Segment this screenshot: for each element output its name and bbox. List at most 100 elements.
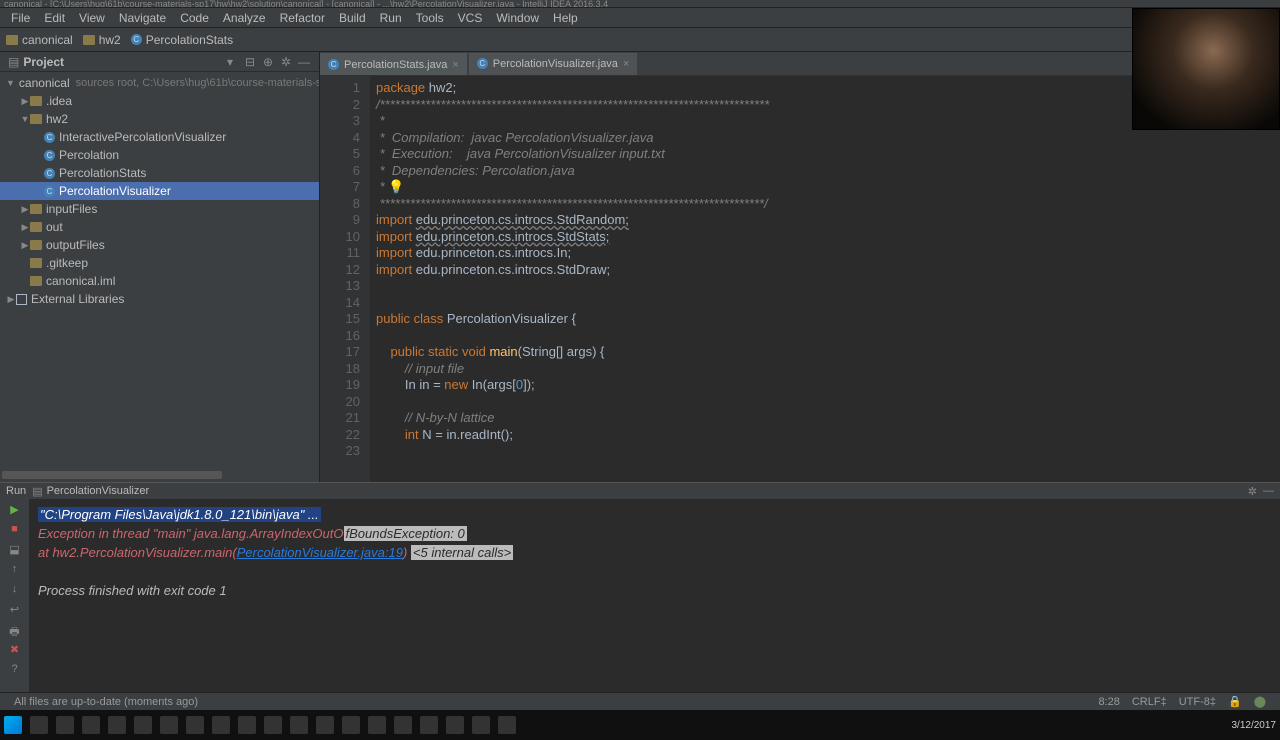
menu-vcs[interactable]: VCS [451, 11, 490, 25]
tree-item-InteractivePercolationVisualizer[interactable]: CInteractivePercolationVisualizer [0, 128, 319, 146]
hide-icon[interactable]: — [297, 55, 311, 69]
tree-item-.gitkeep[interactable]: .gitkeep [0, 254, 319, 272]
console-output[interactable]: "C:\Program Files\Java\jdk1.8.0_121\bin\… [30, 499, 1280, 692]
stack-at: at hw2.PercolationVisualizer.main( [38, 545, 237, 560]
help-icon[interactable]: ? [8, 663, 22, 677]
app-7[interactable] [238, 716, 256, 734]
menu-tools[interactable]: Tools [409, 11, 451, 25]
menu-analyze[interactable]: Analyze [216, 11, 273, 25]
run-hide-icon[interactable]: — [1263, 485, 1274, 497]
start-button[interactable] [4, 716, 22, 734]
file-encoding[interactable]: UTF-8‡ [1179, 696, 1216, 708]
app-12[interactable] [368, 716, 386, 734]
run-label: Run [6, 485, 26, 497]
tree-item-canonical.iml[interactable]: canonical.iml [0, 272, 319, 290]
breadcrumb-canonical[interactable]: canonical [6, 33, 73, 47]
tree-item-canonical[interactable]: ▼canonicalsources root, C:\Users\hug\61b… [0, 74, 319, 92]
project-panel-header: ▤ Project ▾ ⊟ ⊕ ✲ — [0, 52, 319, 72]
expand-arrow[interactable]: ▶ [20, 240, 30, 251]
class-icon: C [477, 58, 488, 69]
menu-window[interactable]: Window [489, 11, 546, 25]
menu-navigate[interactable]: Navigate [112, 11, 173, 25]
app-16[interactable] [472, 716, 490, 734]
exception-text-a: Exception in thread "main" java.lang.Arr… [38, 526, 344, 541]
tree-item-outputFiles[interactable]: ▶outputFiles [0, 236, 319, 254]
expand-arrow[interactable]: ▶ [20, 96, 30, 107]
taskbar-search[interactable] [30, 716, 48, 734]
breadcrumb-PercolationStats[interactable]: CPercolationStats [131, 33, 233, 47]
editor-tab-PercolationStats.java[interactable]: CPercolationStats.java× [320, 53, 467, 75]
app-3[interactable] [134, 716, 152, 734]
close-tab-icon[interactable]: × [452, 59, 458, 71]
locate-icon[interactable]: ⊕ [261, 55, 275, 69]
app-6[interactable] [212, 716, 230, 734]
tree-item-inputFiles[interactable]: ▶inputFiles [0, 200, 319, 218]
window-title-bar: canonical - [C:\Users\hug\61b\course-mat… [0, 0, 1280, 8]
menu-bar: FileEditViewNavigateCodeAnalyzeRefactorB… [0, 8, 1280, 28]
stop-icon[interactable]: ■ [8, 523, 22, 537]
project-h-scrollbar[interactable] [2, 470, 317, 480]
app-10[interactable] [316, 716, 334, 734]
menu-file[interactable]: File [4, 11, 37, 25]
source-code[interactable]: package hw2;/***************************… [370, 76, 1280, 482]
project-view-icon[interactable]: ▤ [8, 55, 19, 69]
app-13[interactable] [394, 716, 412, 734]
menu-help[interactable]: Help [546, 11, 585, 25]
tree-item-Percolation[interactable]: CPercolation [0, 146, 319, 164]
menu-view[interactable]: View [72, 11, 112, 25]
editor-tab-PercolationVisualizer.java[interactable]: CPercolationVisualizer.java× [469, 53, 638, 75]
tree-item-hw2[interactable]: ▼hw2 [0, 110, 319, 128]
up-icon[interactable]: ↑ [8, 563, 22, 577]
caret-position[interactable]: 8:28 [1098, 696, 1119, 708]
clear-icon[interactable]: ✖ [8, 643, 22, 657]
app-1[interactable] [82, 716, 100, 734]
app-8[interactable] [264, 716, 282, 734]
lock-icon[interactable]: 🔒 [1228, 695, 1242, 708]
app-4[interactable] [160, 716, 178, 734]
menu-run[interactable]: Run [373, 11, 409, 25]
expand-arrow[interactable]: ▶ [20, 222, 30, 233]
app-11[interactable] [342, 716, 360, 734]
menu-build[interactable]: Build [332, 11, 373, 25]
expand-arrow[interactable]: ▶ [20, 204, 30, 215]
line-separator[interactable]: CRLF‡ [1132, 696, 1167, 708]
collapse-icon[interactable]: ⊟ [243, 55, 257, 69]
tree-item-PercolationStats[interactable]: CPercolationStats [0, 164, 319, 182]
menu-refactor[interactable]: Refactor [273, 11, 332, 25]
breadcrumb-hw2[interactable]: hw2 [83, 33, 121, 47]
menu-code[interactable]: Code [173, 11, 216, 25]
stack-link[interactable]: PercolationVisualizer.java:19 [237, 545, 403, 560]
expand-arrow[interactable]: ▼ [20, 114, 30, 124]
project-tree[interactable]: ▼canonicalsources root, C:\Users\hug\61b… [0, 72, 319, 470]
menu-edit[interactable]: Edit [37, 11, 72, 25]
app-17[interactable] [498, 716, 516, 734]
folder-icon [30, 204, 42, 214]
expand-arrow[interactable]: ▼ [6, 78, 15, 88]
class-icon: C [328, 59, 339, 70]
app-15[interactable] [446, 716, 464, 734]
folder-icon [30, 114, 42, 124]
dump-icon[interactable]: ⬓ [8, 543, 22, 557]
app-2[interactable] [108, 716, 126, 734]
run-settings-icon[interactable]: ✲ [1248, 485, 1257, 498]
down-icon[interactable]: ↓ [8, 583, 22, 597]
app-14[interactable] [420, 716, 438, 734]
tree-item-PercolationVisualizer[interactable]: CPercolationVisualizer [0, 182, 319, 200]
print-icon[interactable]: 🖶 [8, 623, 22, 637]
wrap-icon[interactable]: ↩ [8, 603, 22, 617]
app-5[interactable] [186, 716, 204, 734]
task-view[interactable] [56, 716, 74, 734]
hektor-icon[interactable]: ⬤ [1254, 695, 1266, 708]
run-panel-header: Run ▤ PercolationVisualizer ✲ — [0, 483, 1280, 499]
windows-taskbar[interactable]: 3/12/2017 [0, 710, 1280, 740]
tree-item-External Libraries[interactable]: ▶External Libraries [0, 290, 319, 308]
tree-item-out[interactable]: ▶out [0, 218, 319, 236]
system-clock[interactable]: 3/12/2017 [1232, 720, 1277, 731]
tree-item-.idea[interactable]: ▶.idea [0, 92, 319, 110]
settings-icon[interactable]: ✲ [279, 55, 293, 69]
app-9[interactable] [290, 716, 308, 734]
code-editor[interactable]: 1234567891011121314151617181920212223 pa… [320, 76, 1280, 482]
expand-arrow[interactable]: ▶ [6, 294, 16, 305]
rerun-icon[interactable]: ▶ [8, 503, 22, 517]
close-tab-icon[interactable]: × [623, 58, 629, 70]
